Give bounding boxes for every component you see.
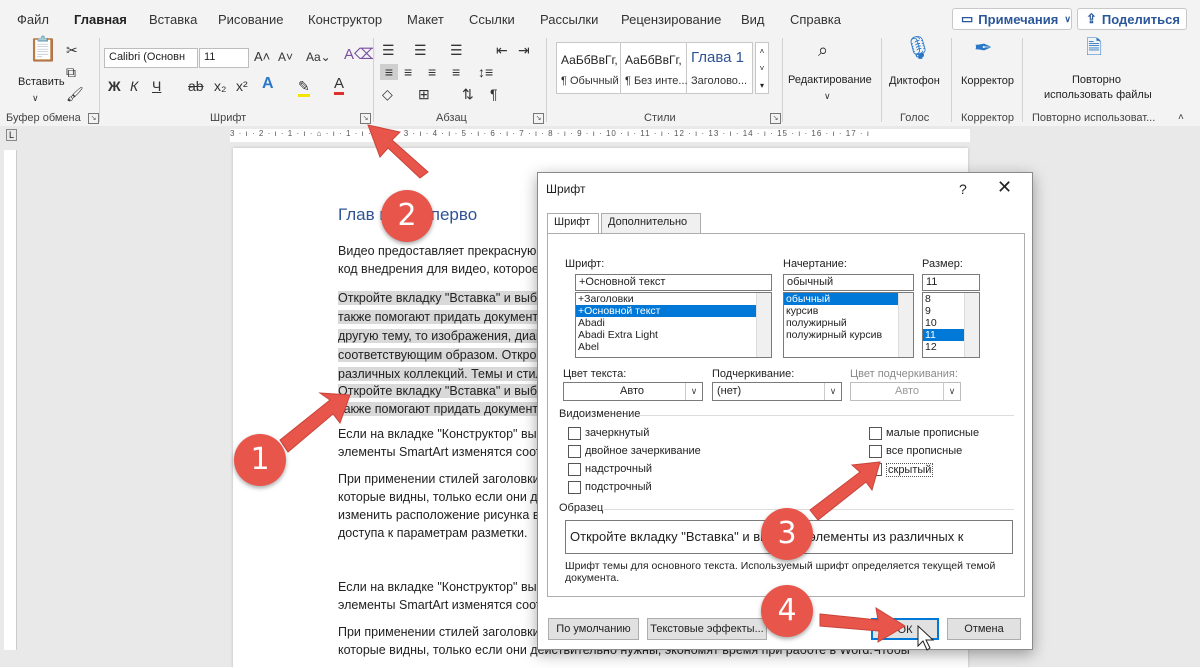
step-badge-3: 3 bbox=[761, 508, 813, 560]
mouse-cursor-icon bbox=[917, 624, 935, 651]
arrow-1 bbox=[279, 392, 351, 453]
arrow-3 bbox=[809, 461, 881, 521]
annotation-arrows bbox=[279, 124, 935, 651]
step-badge-2: 2 bbox=[381, 190, 433, 242]
arrow-2 bbox=[367, 124, 429, 179]
step-badge-1: 1 bbox=[234, 434, 286, 486]
step-badge-4: 4 bbox=[761, 585, 813, 637]
arrow-4 bbox=[819, 606, 906, 643]
